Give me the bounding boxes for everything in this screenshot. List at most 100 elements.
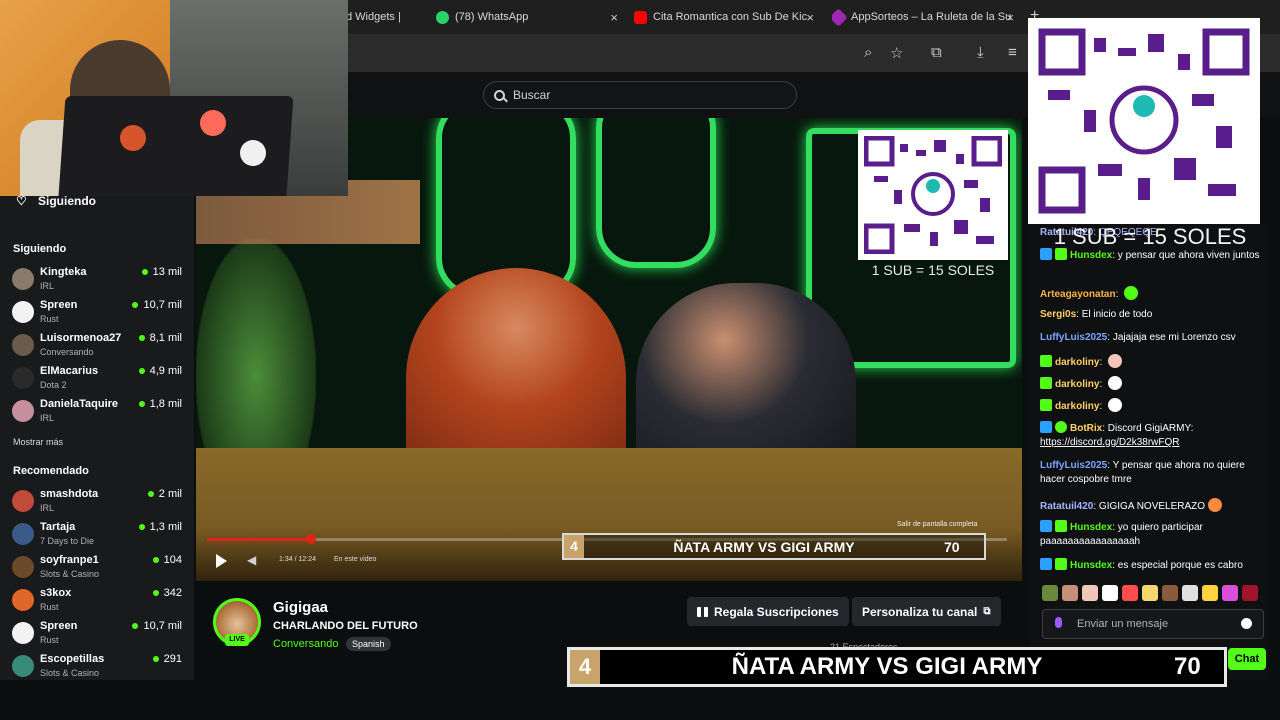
sidebar-channel[interactable]: Luisormenoa27 Conversando 8,1 mil	[12, 332, 182, 362]
viewer-count-label: 342	[163, 587, 182, 599]
emote-icon[interactable]	[1142, 585, 1158, 601]
verified-badge-icon	[1055, 421, 1067, 433]
tab-widgets[interactable]: d Widgets |	[346, 4, 428, 30]
sidebar-channel[interactable]: Spreen Rust 10,7 mil	[12, 299, 182, 329]
star-icon[interactable]: ☆	[890, 44, 903, 62]
tab-appsorteos[interactable]: AppSorteos – La Ruleta de la Su ×	[832, 4, 1018, 30]
tab-whatsapp[interactable]: (78) WhatsApp ×	[436, 4, 622, 30]
sidebar-channel[interactable]: Escopetillas Slots & Casino 291	[12, 653, 182, 683]
live-dot-icon	[141, 269, 148, 275]
woman-figure	[406, 268, 626, 468]
chat-username[interactable]: LuffyLuis2025	[1040, 332, 1107, 343]
avatar	[12, 400, 34, 422]
qr-caption: 1 SUB = 15 SOLES	[871, 262, 995, 278]
sidebar-channel[interactable]: s3kox Rust 342	[12, 587, 182, 617]
live-dot-icon	[147, 491, 154, 497]
chat-message: LuffyLuis2025: Jajajaja ese mi Lorenzo c…	[1040, 332, 1236, 343]
chat-username[interactable]: Sergi0s	[1040, 309, 1076, 320]
live-dot-icon	[138, 401, 145, 407]
search-placeholder: Buscar	[513, 88, 551, 102]
close-icon[interactable]: ×	[1006, 10, 1014, 25]
poll-title: ÑATA ARMY VS GIGI ARMY	[731, 653, 1043, 680]
chat-message: Arteagayonatan:	[1040, 286, 1264, 302]
emote-icon[interactable]	[1242, 585, 1258, 601]
sticker	[240, 140, 266, 166]
emote-icon[interactable]	[1202, 585, 1218, 601]
chat-username[interactable]: Hunsdex	[1070, 522, 1112, 533]
download-icon[interactable]: ⤓	[977, 44, 984, 61]
channel-category: IRL	[40, 413, 55, 423]
chat-username[interactable]: LuffyLuis2025	[1040, 460, 1107, 471]
following-header[interactable]: ♡ Siguiendo	[16, 194, 96, 208]
channel-category: IRL	[40, 281, 55, 291]
now-playing-label[interactable]: En este video	[334, 556, 376, 563]
emote-icon[interactable]	[1082, 585, 1098, 601]
sidebar-channel[interactable]: Kingteka IRL 13 mil	[12, 266, 182, 296]
viewer-count: 4,9 mil	[138, 365, 182, 377]
emoji-picker-icon[interactable]	[1241, 618, 1252, 629]
send-chat-button[interactable]: Chat	[1228, 648, 1266, 670]
zoom-icon[interactable]: ⌕	[864, 44, 872, 61]
tab-label: d Widgets |	[346, 11, 401, 23]
chat-username[interactable]: Ratatuil420	[1040, 501, 1093, 512]
sidebar-channel[interactable]: smashdota IRL 2 mil	[12, 488, 182, 518]
chat-input[interactable]: Enviar un mensaje	[1042, 609, 1264, 639]
chat-qr-caption: 1 SUB = 15 SOLES	[1053, 224, 1247, 249]
sidebar-channel[interactable]: soyfranpe1 Slots & Casino 104	[12, 554, 182, 584]
close-icon[interactable]: ×	[806, 10, 814, 25]
discord-link[interactable]: https://discord.gg/D2k38rwFQR	[1040, 437, 1180, 448]
search-input[interactable]: Buscar	[483, 81, 797, 109]
tab-kick-video[interactable]: Cita Romantica con Sub De Kic ×	[634, 4, 818, 30]
avatar	[12, 490, 34, 512]
sidebar-channel[interactable]: Spreen Rust 10,7 mil	[12, 620, 182, 650]
chat-text: Discord GigiARMY:	[1107, 423, 1194, 434]
viewer-count: 342	[152, 587, 182, 599]
mic-icon[interactable]	[1055, 617, 1062, 628]
chat-text: Jajajaja ese mi Lorenzo csv	[1112, 332, 1236, 343]
chat-username[interactable]: Hunsdex	[1070, 560, 1112, 571]
play-icon[interactable]	[216, 554, 227, 568]
close-icon[interactable]: ×	[610, 10, 618, 25]
emote-icon[interactable]	[1042, 585, 1058, 601]
viewer-count-label: 13 mil	[152, 266, 182, 278]
streamer-name[interactable]: Gigigaa	[273, 599, 328, 616]
avatar	[12, 523, 34, 545]
chat-username[interactable]: Arteagayonatan	[1040, 289, 1116, 300]
show-more-link[interactable]: Mostrar más	[13, 437, 63, 447]
sidebar-channel[interactable]: DanielaTaquire IRL 1,8 mil	[12, 398, 182, 428]
stream-category[interactable]: Conversando	[273, 638, 338, 650]
avatar	[12, 301, 34, 323]
heart-icon: ♡	[16, 194, 27, 208]
emote-icon[interactable]	[1162, 585, 1178, 601]
following-section-title: Siguiendo	[13, 243, 67, 255]
chat-qr-code	[1028, 18, 1260, 224]
chat-username[interactable]: darkoliny	[1055, 379, 1099, 390]
chat-username[interactable]: Hunsdex	[1070, 250, 1112, 261]
emote-icon[interactable]	[1122, 585, 1138, 601]
chat-username[interactable]: darkoliny	[1055, 401, 1099, 412]
viewer-count-label: 8,1 mil	[149, 332, 182, 344]
emote-icon[interactable]	[1182, 585, 1198, 601]
viewer-count-label: 291	[163, 653, 182, 665]
chat-text: El inicio de todo	[1081, 309, 1153, 320]
viewer-count-label: 10,7 mil	[143, 620, 182, 632]
chat-username[interactable]: darkoliny	[1055, 357, 1099, 368]
chat-username[interactable]: BotRix	[1070, 423, 1102, 434]
language-tag[interactable]: Spanish	[346, 637, 391, 651]
sidebar-channel[interactable]: ElMacarius Dota 2 4,9 mil	[12, 365, 182, 395]
chat-message: LuffyLuis2025: Y pensar que ahora no qui…	[1040, 460, 1245, 485]
extensions-icon[interactable]: ⧉	[931, 44, 942, 61]
gift-subs-button[interactable]: Regala Suscripciones	[687, 597, 849, 626]
volume-icon[interactable]: ◀	[247, 553, 256, 567]
reading-list-icon[interactable]: ≡	[1008, 44, 1017, 61]
customize-channel-button[interactable]: Personaliza tu canal ⧉	[852, 597, 1001, 626]
appsorteos-icon	[832, 7, 848, 27]
sidebar-channel[interactable]: Tartaja 7 Days to Die 1,3 mil	[12, 521, 182, 551]
live-dot-icon	[152, 656, 159, 662]
emote-icon[interactable]	[1222, 585, 1238, 601]
chat-text: GIGIGA NOVELERAZO	[1098, 501, 1206, 512]
channel-category: Rust	[40, 314, 59, 324]
emote-icon[interactable]	[1102, 585, 1118, 601]
progress-knob[interactable]	[306, 534, 316, 544]
emote-icon[interactable]	[1062, 585, 1078, 601]
